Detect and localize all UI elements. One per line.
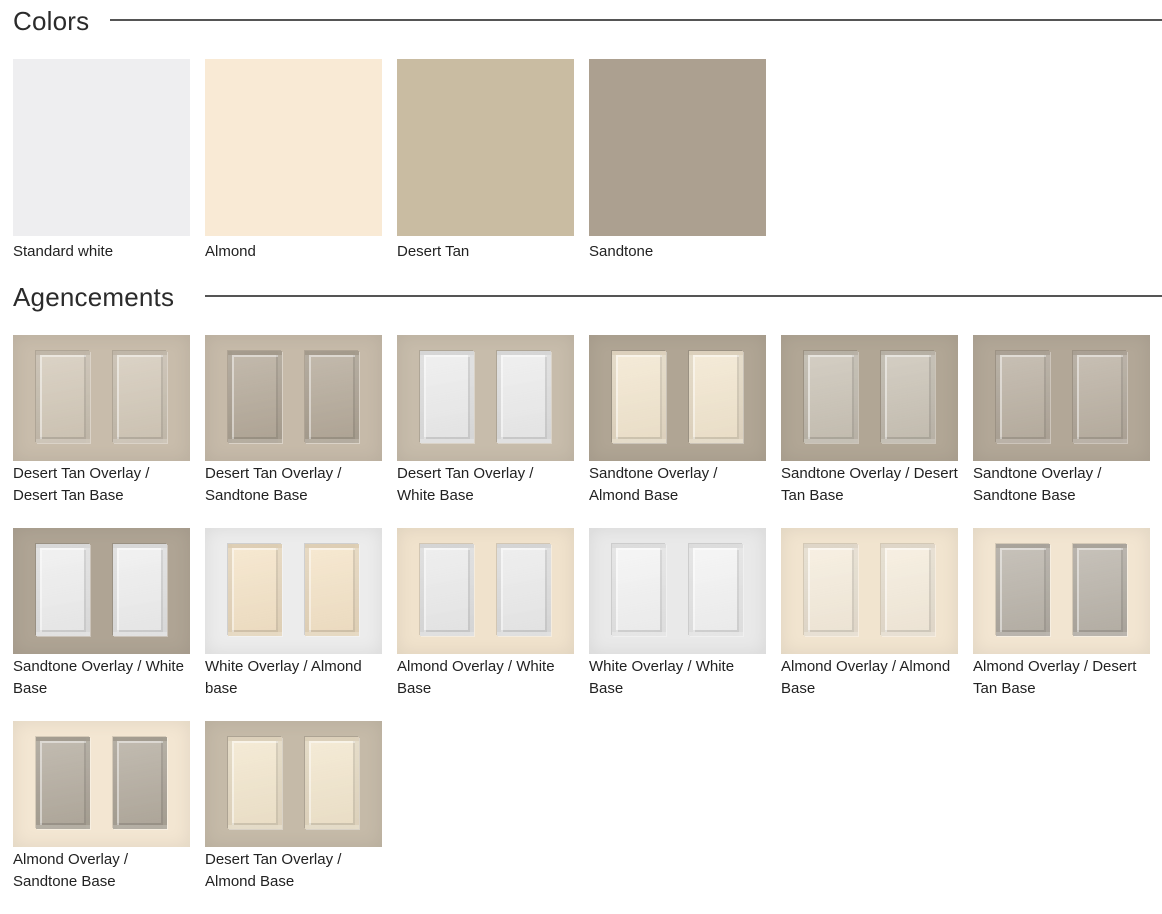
combination-card[interactable]: Sandtone Overlay / Desert Tan Base [781, 335, 958, 528]
door-panel-right [497, 351, 551, 443]
door-panel-right [689, 351, 743, 443]
combination-card[interactable]: Almond Overlay / Almond Base [781, 528, 958, 721]
color-swatch-label: Desert Tan [397, 243, 470, 260]
color-swatch-grid: Standard white Almond Desert Tan Sandton… [13, 59, 766, 263]
door-panel-left [804, 544, 858, 636]
door-panel-left [996, 544, 1050, 636]
color-swatch-label: Almond [205, 243, 256, 260]
combination-label: Desert Tan Overlay / Desert Tan Base [13, 465, 150, 504]
door-panel-right [1073, 544, 1127, 636]
color-swatch[interactable] [589, 59, 766, 236]
combination-label: White Overlay / Almond base [205, 658, 362, 697]
color-swatch-card-standard-white[interactable]: Standard white [13, 59, 190, 263]
door-panel-right [689, 544, 743, 636]
agencements-heading-divider [205, 295, 1162, 297]
door-panel-right [305, 351, 359, 443]
colors-heading-divider [110, 19, 1162, 21]
door-preview[interactable] [973, 335, 1150, 461]
door-preview[interactable] [589, 528, 766, 654]
door-preview[interactable] [205, 335, 382, 461]
color-swatch[interactable] [13, 59, 190, 236]
door-panel-right [113, 737, 167, 829]
color-swatch[interactable] [397, 59, 574, 236]
combination-card[interactable]: White Overlay / Almond base [205, 528, 382, 721]
door-panel-left [228, 737, 282, 829]
combination-card[interactable]: Desert Tan Overlay / Almond Base [205, 721, 382, 914]
combination-label: White Overlay / White Base [589, 658, 735, 697]
door-panel-right [1073, 351, 1127, 443]
door-panel-left [36, 351, 90, 443]
door-panel-left [612, 351, 666, 443]
combination-label: Almond Overlay / Sandtone Base [13, 851, 129, 890]
combination-label: Desert Tan Overlay / Sandtone Base [205, 465, 342, 504]
color-swatch[interactable] [205, 59, 382, 236]
door-panel-left [612, 544, 666, 636]
door-preview[interactable] [13, 528, 190, 654]
door-panel-left [804, 351, 858, 443]
color-swatch-card-almond[interactable]: Almond [205, 59, 382, 263]
door-panel-right [305, 544, 359, 636]
combination-label: Almond Overlay / Almond Base [781, 658, 951, 697]
combination-card[interactable]: Sandtone Overlay / Sandtone Base [973, 335, 1150, 528]
combination-card[interactable]: Desert Tan Overlay / White Base [397, 335, 574, 528]
combination-card[interactable]: Almond Overlay / Sandtone Base [13, 721, 190, 914]
door-panel-left [228, 544, 282, 636]
door-panel-left [420, 544, 474, 636]
combination-label: Desert Tan Overlay / Almond Base [205, 851, 342, 890]
door-panel-left [36, 544, 90, 636]
combination-label: Sandtone Overlay / Almond Base [589, 465, 718, 504]
door-panel-right [881, 351, 935, 443]
door-preview[interactable] [781, 335, 958, 461]
combination-label: Almond Overlay / Desert Tan Base [973, 658, 1137, 697]
combination-grid: Desert Tan Overlay / Desert Tan Base Des… [13, 335, 1150, 914]
door-panel-left [228, 351, 282, 443]
door-panel-left [420, 351, 474, 443]
door-preview[interactable] [397, 528, 574, 654]
door-panel-left [36, 737, 90, 829]
combination-label: Sandtone Overlay / Desert Tan Base [781, 465, 958, 504]
door-panel-right [305, 737, 359, 829]
door-preview[interactable] [973, 528, 1150, 654]
door-panel-right [113, 351, 167, 443]
color-swatch-card-desert-tan[interactable]: Desert Tan [397, 59, 574, 263]
door-panel-left [996, 351, 1050, 443]
combination-label: Sandtone Overlay / White Base [13, 658, 184, 697]
door-preview[interactable] [397, 335, 574, 461]
door-preview[interactable] [589, 335, 766, 461]
color-swatch-label: Standard white [13, 243, 114, 260]
combination-card[interactable]: White Overlay / White Base [589, 528, 766, 721]
door-panel-right [497, 544, 551, 636]
combination-card[interactable]: Desert Tan Overlay / Sandtone Base [205, 335, 382, 528]
combination-card[interactable]: Sandtone Overlay / Almond Base [589, 335, 766, 528]
door-preview[interactable] [205, 528, 382, 654]
combination-card[interactable]: Almond Overlay / White Base [397, 528, 574, 721]
color-swatch-card-sandtone[interactable]: Sandtone [589, 59, 766, 263]
combination-card[interactable]: Sandtone Overlay / White Base [13, 528, 190, 721]
colors-heading: Colors [13, 6, 90, 36]
combination-label: Sandtone Overlay / Sandtone Base [973, 465, 1102, 504]
combination-label: Desert Tan Overlay / White Base [397, 465, 534, 504]
door-preview[interactable] [205, 721, 382, 847]
door-panel-right [113, 544, 167, 636]
door-preview[interactable] [13, 721, 190, 847]
color-swatch-label: Sandtone [589, 243, 654, 260]
door-panel-right [881, 544, 935, 636]
agencements-heading: Agencements [13, 282, 175, 312]
combination-card[interactable]: Desert Tan Overlay / Desert Tan Base [13, 335, 190, 528]
door-preview[interactable] [781, 528, 958, 654]
combination-label: Almond Overlay / White Base [397, 658, 555, 697]
door-preview[interactable] [13, 335, 190, 461]
combination-card[interactable]: Almond Overlay / Desert Tan Base [973, 528, 1150, 721]
